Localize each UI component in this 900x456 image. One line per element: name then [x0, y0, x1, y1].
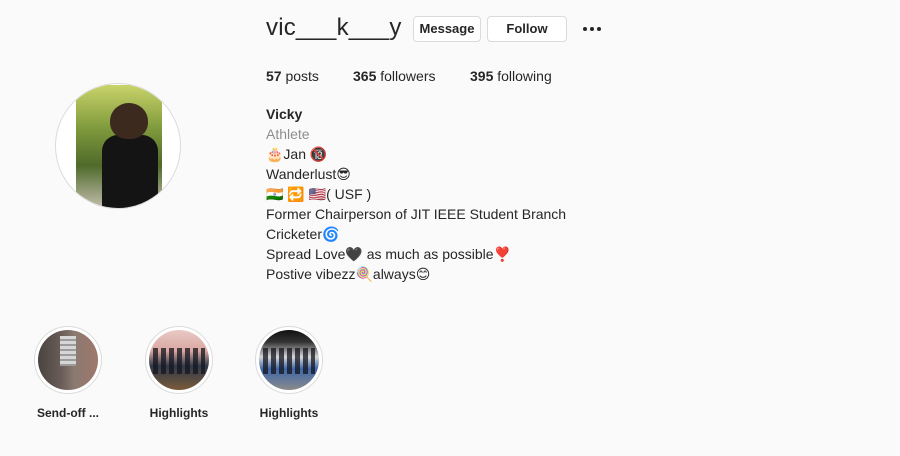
- following-link[interactable]: 395 following: [470, 68, 552, 84]
- highlight-cover-ring: [34, 326, 102, 394]
- bio-line: Cricketer🌀: [266, 226, 340, 242]
- story-highlight[interactable]: Send-off ...: [23, 326, 113, 420]
- highlight-cover-ring: [255, 326, 323, 394]
- posts-stat: 57 posts: [266, 68, 319, 84]
- bio-line: Spread Love🖤 as much as possible❣️: [266, 246, 511, 262]
- profile-avatar[interactable]: [55, 83, 181, 209]
- username: vic___k___y: [266, 14, 402, 41]
- following-label: following: [497, 68, 552, 84]
- highlight-label: Highlights: [259, 406, 319, 420]
- bio-line: 🎂Jan 🔞: [266, 146, 328, 162]
- followers-label: followers: [380, 68, 436, 84]
- highlight-label: Send-off ...: [37, 406, 99, 420]
- avatar-photo: [76, 85, 162, 208]
- highlight-cover: [149, 330, 209, 390]
- followers-count: 365: [353, 68, 377, 84]
- profile-page: vic___k___y Message Follow 57 posts 365 …: [0, 0, 900, 456]
- posts-count: 57: [266, 68, 282, 84]
- posts-label: posts: [285, 68, 319, 84]
- story-highlight[interactable]: Highlights: [134, 326, 224, 420]
- bio-line: Former Chairperson of JIT IEEE Student B…: [266, 206, 567, 222]
- bio: Vicky Athlete 🎂Jan 🔞 Wanderlust😎 🇮🇳 🔁 🇺🇸…: [266, 104, 566, 284]
- followers-link[interactable]: 365 followers: [353, 68, 436, 84]
- highlight-cover: [259, 330, 319, 390]
- follow-button[interactable]: Follow: [487, 16, 567, 42]
- profile-category: Athlete: [266, 126, 310, 142]
- bio-line: 🇮🇳 🔁 🇺🇸( USF ): [266, 186, 372, 202]
- highlight-cover-ring: [145, 326, 213, 394]
- profile-name: Vicky: [266, 106, 303, 122]
- following-count: 395: [470, 68, 494, 84]
- more-options-icon[interactable]: [580, 19, 604, 39]
- bio-line: Postive vibezz🍭always😊: [266, 266, 431, 282]
- message-button[interactable]: Message: [413, 16, 481, 42]
- story-highlight[interactable]: Highlights: [244, 326, 334, 420]
- bio-line: Wanderlust😎: [266, 166, 351, 182]
- highlight-cover: [38, 330, 98, 390]
- highlight-label: Highlights: [149, 406, 209, 420]
